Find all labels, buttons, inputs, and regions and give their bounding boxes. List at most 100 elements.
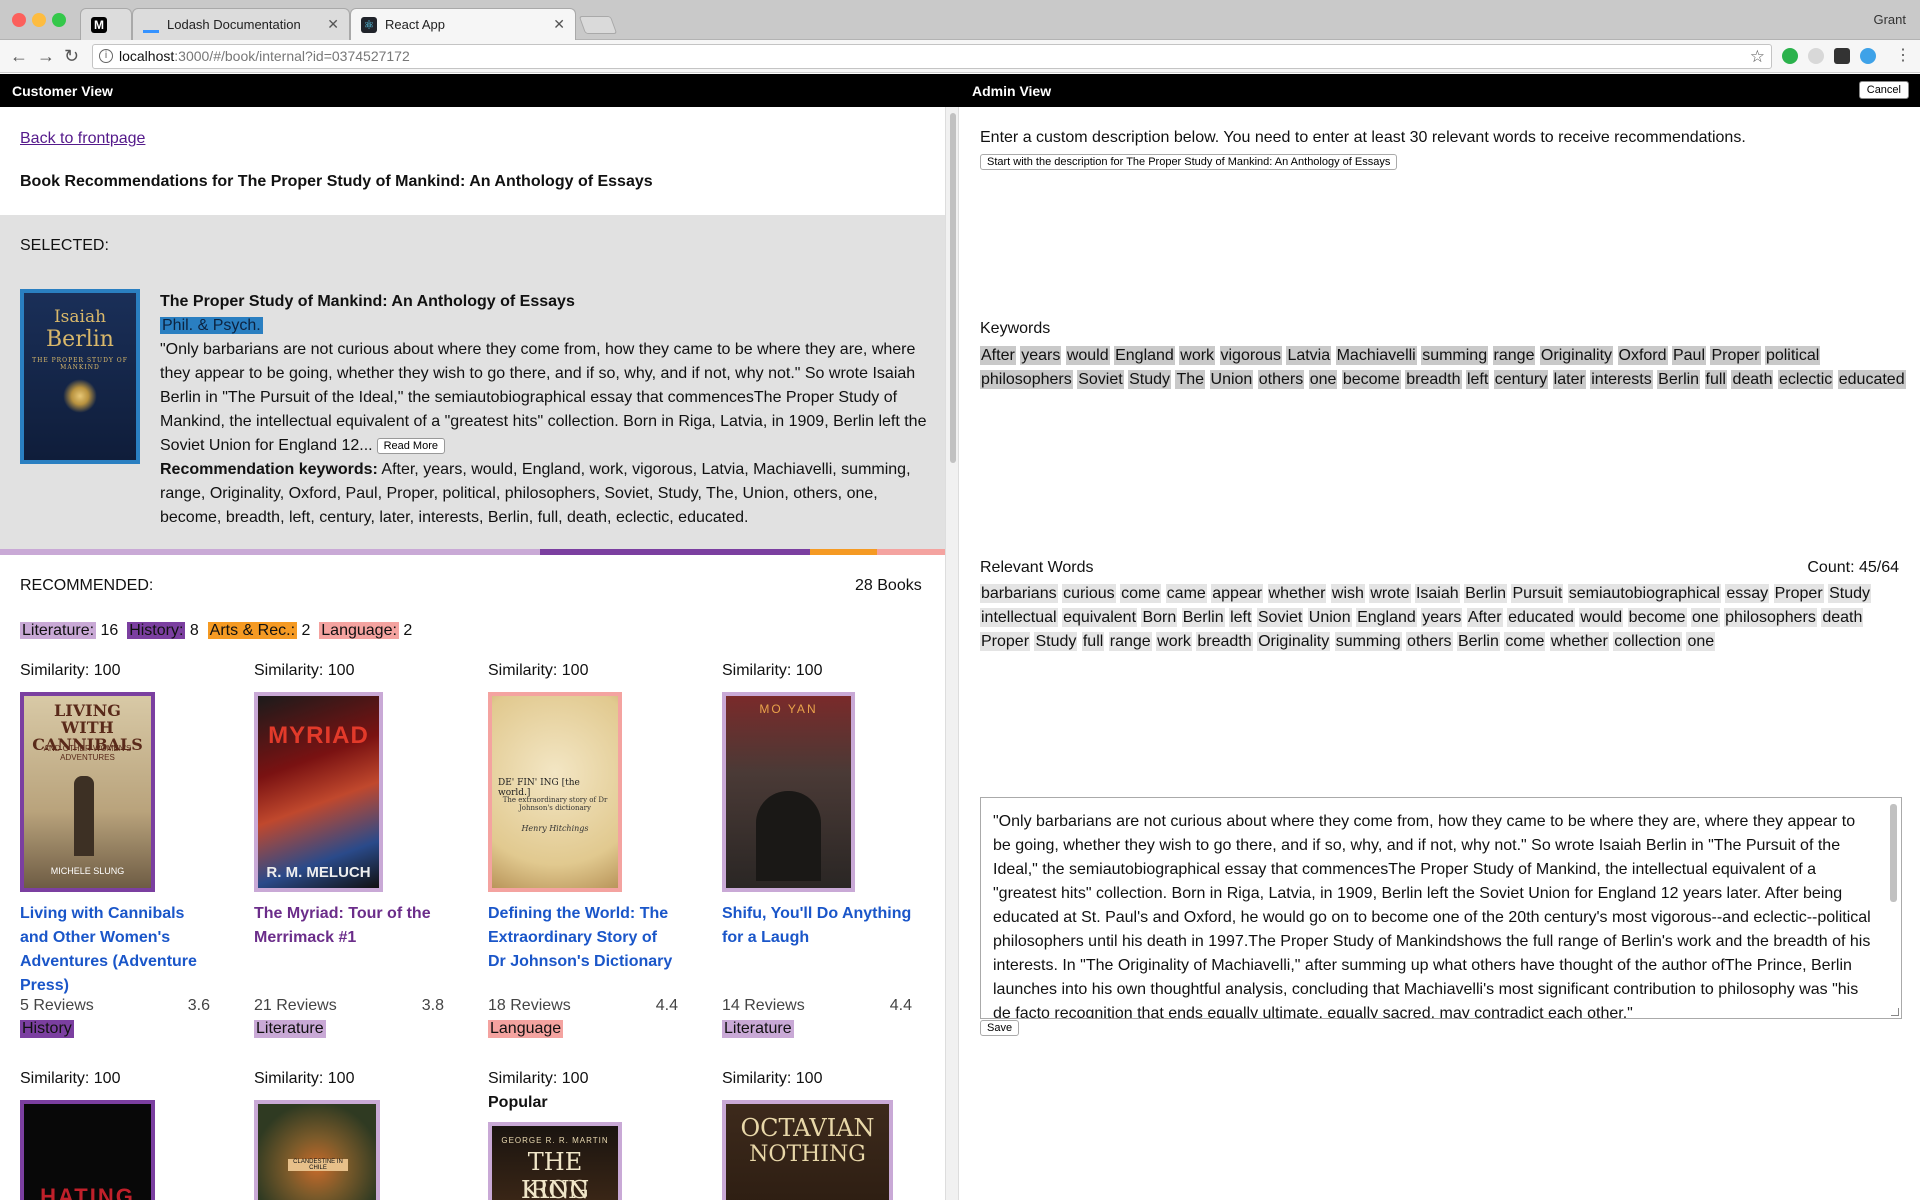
review-count: 14 Reviews — [722, 997, 805, 1014]
read-more-button[interactable]: Read More — [376, 437, 445, 454]
book-card[interactable]: Similarity: 100 MYRIAD R. M. MELUCH The … — [254, 662, 444, 1052]
book-cover[interactable]: DE' FIN' ING [the world.] The extraordin… — [488, 692, 622, 892]
word-chip: Berlin — [1456, 632, 1500, 651]
word-chip: The — [1175, 370, 1206, 389]
book-card[interactable]: Similarity: 100 MO YAN Shifu, You'll Do … — [722, 662, 912, 1052]
custom-description-textarea[interactable]: "Only barbarians are not curious about w… — [980, 797, 1902, 1019]
close-tab-icon[interactable]: ✕ — [327, 16, 339, 33]
word-chip: would — [1065, 346, 1110, 365]
book-cover[interactable]: GEORGE R. R. MARTIN THE IRON KING — [488, 1122, 622, 1200]
info-icon[interactable]: i — [99, 49, 113, 63]
book-cover[interactable]: HATING — [20, 1100, 155, 1200]
maximize-window-icon[interactable] — [52, 13, 66, 27]
word-chip: educated — [1507, 608, 1575, 627]
book-cover[interactable]: MYRIAD R. M. MELUCH — [254, 692, 383, 892]
category-count: 2 — [301, 622, 311, 639]
word-chip: wrote — [1369, 584, 1411, 603]
selected-book-title[interactable]: The Proper Study of Mankind: An Antholog… — [160, 290, 930, 314]
bookmark-star-icon[interactable]: ☆ — [1750, 45, 1765, 68]
word-chip: Originality — [1257, 632, 1331, 651]
category-language[interactable]: Language: — [319, 622, 399, 639]
cover-title: THE PROPER STUDY OF MANKIND — [32, 357, 128, 371]
review-row: 21 Reviews 3.8 — [254, 997, 444, 1015]
word-chip: Berlin — [1464, 584, 1508, 603]
reload-icon[interactable]: ↻ — [64, 46, 79, 66]
extension-blue-icon[interactable] — [1860, 48, 1876, 64]
textarea-scrollbar[interactable] — [1890, 804, 1897, 902]
sun-emblem-icon — [63, 379, 97, 413]
book-card[interactable]: Similarity: 100 LIVING WITH CANNIBALS AN… — [20, 662, 210, 1052]
word-chip: educated — [1837, 370, 1906, 389]
menu-kebab-icon[interactable]: ⋮ — [1895, 45, 1911, 65]
word-chip: Soviet — [1256, 608, 1304, 627]
book-card[interactable]: Similarity: 100 OCTAVIAN NOTHING — [722, 1070, 912, 1200]
forward-arrow-icon[interactable]: → — [37, 46, 55, 66]
save-button[interactable]: Save — [980, 1020, 1020, 1036]
genre-badge: Language — [488, 1020, 564, 1038]
extension-shield-icon[interactable] — [1808, 48, 1824, 64]
browser-toolbar: ← → ↻ i localhost:3000/#/book/internal?i… — [0, 40, 1920, 73]
description-instructions: Enter a custom description below. You ne… — [980, 129, 1746, 146]
book-title[interactable]: Defining the World: The Extraordinary St… — [488, 902, 678, 974]
book-cover[interactable]: CLANDESTINE IN CHILE — [254, 1100, 380, 1200]
new-tab-button[interactable] — [578, 16, 618, 34]
book-card[interactable]: Similarity: 100 DE' FIN' ING [the world.… — [488, 662, 678, 1052]
book-title[interactable]: The Myriad: Tour of the Merrimack #1 — [254, 902, 444, 950]
tab-medium[interactable]: M — [80, 8, 132, 40]
book-card[interactable]: Similarity: 100 Popular GEORGE R. R. MAR… — [488, 1070, 678, 1200]
word-chip: summing — [1421, 346, 1489, 365]
back-arrow-icon[interactable]: ← — [10, 46, 28, 66]
review-count: 5 Reviews — [20, 997, 94, 1014]
category-arts-rec[interactable]: Arts & Rec.: — [207, 622, 298, 639]
similarity-score: Similarity: 100 — [254, 662, 355, 679]
cover-gravestone — [756, 791, 821, 881]
word-chip: After — [980, 346, 1016, 365]
back-to-frontpage-link[interactable]: Back to frontpage — [20, 130, 145, 148]
word-chip: Union — [1209, 370, 1254, 389]
book-title[interactable]: Living with Cannibals and Other Women's … — [20, 902, 210, 998]
close-tab-icon[interactable]: ✕ — [553, 16, 565, 33]
lodash-icon — [143, 23, 159, 33]
word-chip: Proper — [980, 632, 1031, 651]
start-with-description-button[interactable]: Start with the description for The Prope… — [980, 154, 1398, 170]
book-title[interactable]: Shifu, You'll Do Anything for a Laugh — [722, 902, 912, 950]
category-literature[interactable]: Literature: — [20, 622, 97, 639]
category-history[interactable]: History: — [127, 622, 186, 639]
keywords-label: Recommendation keywords: — [160, 461, 378, 478]
book-cover[interactable]: OCTAVIAN NOTHING — [722, 1100, 893, 1200]
selected-book-details: The Proper Study of Mankind: An Antholog… — [160, 290, 930, 530]
word-chip: equivalent — [1062, 608, 1138, 627]
book-cover[interactable]: MO YAN — [722, 692, 855, 892]
cover-title: CLANDESTINE IN CHILE — [288, 1159, 348, 1171]
extension-green-icon[interactable] — [1782, 48, 1798, 64]
tab-react-app[interactable]: ⚛ React App ✕ — [350, 8, 576, 40]
book-cover[interactable]: LIVING WITH CANNIBALS AND OTHER WOMEN'S … — [20, 692, 155, 892]
cancel-button[interactable]: Cancel — [1858, 81, 1909, 99]
similarity-score: Similarity: 100 — [20, 1070, 121, 1087]
resize-handle-icon[interactable] — [1891, 1008, 1899, 1016]
tab-lodash[interactable]: Lodash Documentation ✕ — [132, 8, 350, 40]
book-card[interactable]: Similarity: 100 HATING — [20, 1070, 210, 1200]
scrollbar-thumb[interactable] — [950, 113, 956, 463]
word-chip: later — [1552, 370, 1586, 389]
word-chip: interests — [1590, 370, 1653, 389]
extension-dark-icon[interactable] — [1834, 48, 1850, 64]
word-chip: eclectic — [1777, 370, 1834, 389]
close-window-icon[interactable] — [12, 13, 26, 27]
genre-badge: Literature — [254, 1020, 326, 1038]
word-chip: full — [1081, 632, 1105, 651]
panel-scrollbar[interactable] — [945, 107, 959, 1200]
cover-author: Berlin — [46, 327, 114, 352]
profile-name[interactable]: Grant — [1873, 12, 1906, 27]
book-count: 28 Books — [855, 577, 922, 594]
relevant-words-list: barbarians curious come came appear whet… — [980, 582, 1910, 654]
selected-book-cover[interactable]: Isaiah Berlin THE PROPER STUDY OF MANKIN… — [20, 289, 140, 464]
similarity-score: Similarity: 100 — [488, 662, 589, 679]
book-card[interactable]: Similarity: 100 CLANDESTINE IN CHILE — [254, 1070, 444, 1200]
review-row: 18 Reviews 4.4 — [488, 997, 678, 1015]
minimize-window-icon[interactable] — [32, 13, 46, 27]
genre-badge: Literature — [722, 1020, 794, 1038]
word-chip: whether — [1267, 584, 1327, 603]
word-chip: appear — [1211, 584, 1264, 603]
address-bar[interactable]: i localhost:3000/#/book/internal?id=0374… — [92, 44, 1772, 69]
